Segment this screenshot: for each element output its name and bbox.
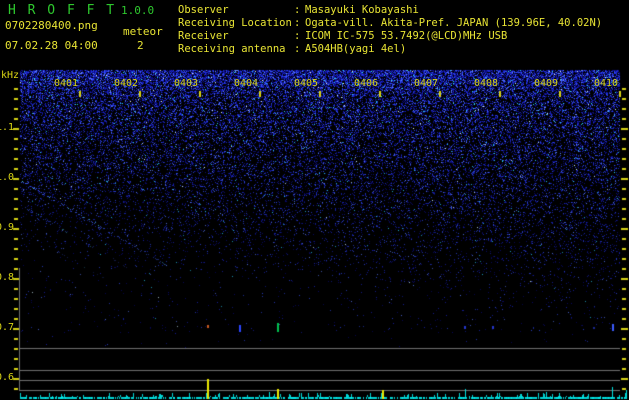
time-label-0408: 0408 (474, 78, 499, 89)
time-label-0403: 0403 (174, 78, 199, 89)
info-label: Receiver (178, 30, 229, 42)
info-value: A504HB(yagi 4el) (305, 43, 407, 55)
info-separator: : (294, 4, 301, 16)
spectrogram-canvas (0, 0, 629, 400)
freq-label-0.8: 0.8 (0, 272, 15, 283)
info-value: ICOM IC-575 53.7492(@LCD)MHz USB (305, 30, 508, 42)
freq-label-1.0: 1.0 (0, 172, 15, 183)
time-label-0410: 0410 (594, 78, 619, 89)
info-value: Masayuki Kobayashi (305, 4, 419, 16)
output-filename: 0702280400.png (5, 19, 98, 32)
info-separator: : (294, 17, 301, 29)
time-label-0401: 0401 (54, 78, 79, 89)
time-label-0407: 0407 (414, 78, 439, 89)
freq-label-0.7: 0.7 (0, 322, 15, 333)
mode-label: meteor (123, 25, 163, 38)
hrofft-screen: H R O F F T 1.0.0 0702280400.png meteor … (0, 0, 629, 400)
info-label: Receiving antenna (178, 43, 286, 55)
freq-label-0.9: 0.9 (0, 222, 15, 233)
info-label: Observer (178, 4, 229, 16)
freq-unit-label: kHz (1, 70, 20, 81)
datetime-label: 07.02.28 04:00 (5, 39, 98, 52)
time-label-0405: 0405 (294, 78, 319, 89)
time-label-0402: 0402 (114, 78, 139, 89)
freq-label-1.1: 1.1 (0, 122, 15, 133)
app-title: H R O F F T (8, 3, 117, 18)
freq-label-0.6: 0.6 (0, 372, 15, 383)
app-version: 1.0.0 (121, 4, 155, 17)
info-separator: : (294, 30, 301, 42)
info-separator: : (294, 43, 301, 55)
time-label-0404: 0404 (234, 78, 259, 89)
info-label: Receiving Location (178, 17, 292, 29)
time-label-0409: 0409 (534, 78, 559, 89)
event-count: 2 (137, 39, 144, 52)
time-label-0406: 0406 (354, 78, 379, 89)
info-value: Ogata-vill. Akita-Pref. JAPAN (139.96E, … (305, 17, 603, 29)
